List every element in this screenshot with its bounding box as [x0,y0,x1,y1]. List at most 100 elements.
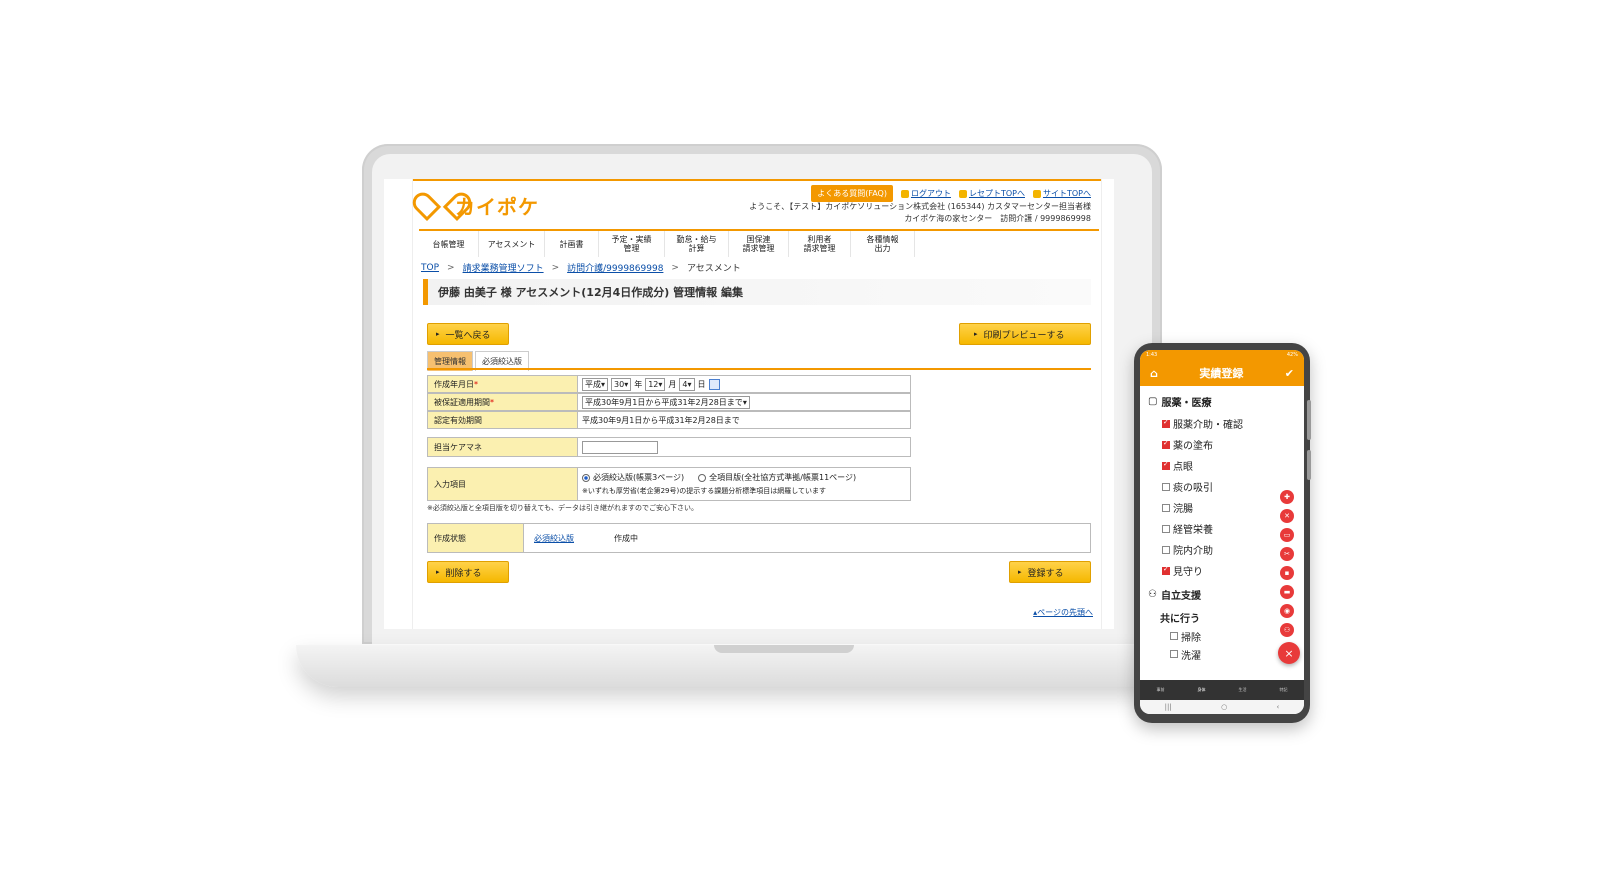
system-nav-bar: ||| ○ ‹ [1140,700,1304,714]
item-label: 浣腸 [1173,504,1193,515]
camera-icon[interactable]: ◉ [1280,604,1294,618]
option-note: ※いずれも厚労省(老企第29号)の提示する課題分析標準項目は網羅しています [582,487,827,495]
checkbox[interactable] [1162,482,1170,491]
nav-output[interactable]: 各種情報 出力 [851,231,915,257]
recents-icon[interactable]: ||| [1165,703,1172,711]
radio-full-version[interactable] [698,473,707,482]
checkbox[interactable] [1162,545,1170,554]
checkbox[interactable] [1170,632,1178,640]
car-icon[interactable]: ▪ [1280,566,1294,580]
back-to-list-button[interactable]: ▸ 一覧へ戻る [427,323,509,345]
page-top-link[interactable]: ▴ページの先頭へ [1033,607,1093,618]
day-unit: 日 [697,379,706,389]
register-label: 登録する [1027,568,1064,579]
checkbox-checked[interactable] [1162,565,1170,575]
item-label: 点眼 [1173,462,1193,473]
radio-required-version[interactable] [582,473,590,482]
group-icon[interactable]: ⚇ [1280,623,1294,637]
month-unit: 月 [668,379,677,389]
checkbox-checked[interactable] [1162,418,1170,428]
phone-volume-button [1307,400,1311,440]
era-value: 平成 [585,379,601,389]
phone-status-bar: 1:43 42% [1140,350,1304,360]
brand-logo[interactable]: カイポケ [425,191,539,220]
status-battery: 42% [1286,352,1298,358]
checkbox-checked[interactable] [1162,460,1170,470]
status-label: 作成状態 [428,524,524,552]
breadcrumb-soft[interactable]: 請求業務管理ソフト [463,261,544,274]
month-select[interactable]: 12 ▾ [645,377,666,391]
item-label: 掃除 [1181,632,1201,644]
list-item[interactable]: 薬の塗布 [1140,434,1304,455]
checkbox[interactable] [1162,503,1170,512]
meal-icon[interactable]: ✕ [1280,509,1294,523]
tab-pre[interactable]: 事前 [1157,687,1165,693]
arrow-right-icon: ▸ [436,330,440,338]
faq-button[interactable]: よくある質問(FAQ) [811,185,893,202]
receipt-top-link[interactable]: レセプトTOPへ [958,188,1025,199]
nav-assessment[interactable]: アセスメント [479,231,545,257]
breadcrumb-office[interactable]: 訪問介護/9999869998 [567,261,663,274]
list-item[interactable]: 服薬介助・確認 [1140,413,1304,434]
back-icon[interactable]: ‹ [1277,703,1280,711]
switch-note: ※必須絞込版と全項目版を切り替えても、データは引き継がれますのでご安心下さい。 [427,504,698,512]
year-unit: 年 [634,379,643,389]
page-title: 伊藤 由美子 様 アセスメント(12月4日作成分) 管理情報 編集 [423,279,1091,305]
home-circle-icon[interactable]: ○ [1221,703,1227,711]
nav-user-billing[interactable]: 利用者 請求管理 [789,231,851,257]
nav-plan[interactable]: 計画書 [545,231,599,257]
register-button[interactable]: ▸ 登録する [1009,561,1091,583]
arrow-right-icon: ▸ [974,330,978,338]
tab-underline [427,368,1091,370]
logout-link[interactable]: ログアウト [900,188,951,199]
month-value: 12 [648,379,659,389]
item-label: 痰の吸引 [1173,483,1213,494]
delete-label: 削除する [445,568,482,579]
insured-period-select[interactable]: 平成30年9月1日から平成31年2月28日まで ▾ [582,395,750,409]
home-icon[interactable]: ⌂ [1150,367,1158,380]
care-manager-label: 担当ケアマネ [428,438,578,456]
tab-notes[interactable]: 特記 [1280,687,1288,693]
page-top-label: ページの先頭へ [1037,608,1093,617]
print-preview-button[interactable]: ▸ 印刷プレビューする [959,323,1091,345]
logout-label: ログアウト [910,189,951,198]
breadcrumb-top[interactable]: TOP [421,263,439,273]
arrow-right-icon: ▸ [436,568,440,576]
nav-schedule[interactable]: 予定・実績 管理 [599,231,665,257]
status-text: 作成中 [614,533,638,543]
bed-icon[interactable]: ▬ [1280,585,1294,599]
status-time: 1:43 [1146,352,1158,358]
option-full-label: 全項目版(全社協方式準拠/帳票11ページ) [709,473,857,482]
scissors-icon[interactable]: ✂ [1280,547,1294,561]
check-icon[interactable]: ✔ [1285,367,1294,380]
close-fab-button[interactable]: × [1278,642,1300,664]
year-select[interactable]: 30 ▾ [611,377,632,391]
status-link[interactable]: 必須絞込版 [534,533,574,544]
checkbox[interactable] [1162,524,1170,533]
list-item[interactable]: 点眼 [1140,455,1304,476]
bath-icon[interactable]: ▭ [1280,528,1294,542]
day-select[interactable]: 4 ▾ [679,377,695,391]
breadcrumb-separator-icon: > [551,262,560,273]
cert-period-value: 平成30年9月1日から平成31年2月28日まで [578,412,740,428]
medical-icon: ▢ [1148,396,1158,407]
tab-life[interactable]: 生活 [1239,687,1247,693]
delete-button[interactable]: ▸ 削除する [427,561,509,583]
item-label: 薬の塗布 [1173,441,1213,452]
site-top-link[interactable]: サイトTOPへ [1032,188,1091,199]
nav-kokuho-billing[interactable]: 国保連 請求管理 [729,231,789,257]
section-medication-title: 服薬・医療 [1161,398,1212,409]
care-manager-input[interactable] [582,440,658,454]
tab-body[interactable]: 身体 [1198,687,1206,693]
checkbox[interactable] [1170,650,1178,658]
laptop-screen: カイポケ よくある質問(FAQ) ログアウト レセプトTOPへ サイトTOPへ [384,179,1114,629]
nav-attendance[interactable]: 勤怠・給与計算 [665,231,729,257]
nav-ledger[interactable]: 台帳管理 [419,231,479,257]
era-select[interactable]: 平成 ▾ [582,377,609,391]
created-date-row: 作成年月日 * 平成 ▾ 30 ▾ 年 12 ▾ 月 4 ▾ 日 [427,375,911,393]
breadcrumb-separator-icon: > [447,262,455,273]
calendar-icon[interactable] [708,378,720,390]
insured-period-label: 被保証適用期間 * [428,394,578,410]
checkbox-checked[interactable] [1162,439,1170,449]
pill-icon[interactable]: ✚ [1280,490,1294,504]
